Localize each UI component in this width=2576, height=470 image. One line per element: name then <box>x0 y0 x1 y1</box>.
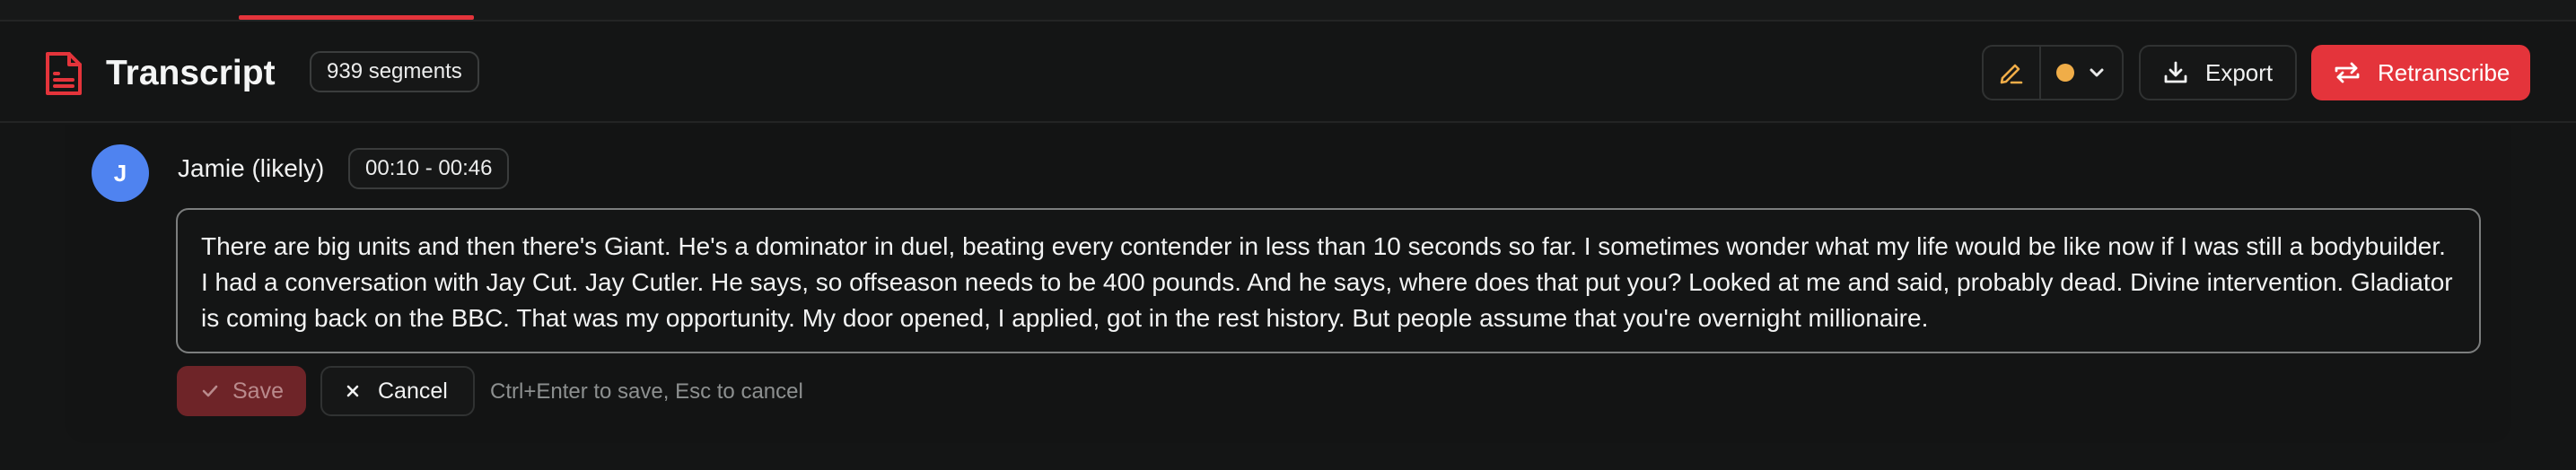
retranscribe-button[interactable]: Retranscribe <box>2311 45 2530 100</box>
top-tab-strip <box>0 0 2576 22</box>
download-icon <box>2162 59 2189 86</box>
speaker-name[interactable]: Jamie (likely) <box>178 153 324 184</box>
keyboard-hint: Ctrl+Enter to save, Esc to cancel <box>490 379 803 404</box>
close-icon <box>344 382 362 400</box>
avatar: J <box>92 144 149 202</box>
pencil-icon <box>1998 59 2025 86</box>
status-dropdown[interactable] <box>2041 63 2122 83</box>
transcript-text-editor[interactable]: There are big units and then there's Gia… <box>176 208 2481 353</box>
retranscribe-label: Retranscribe <box>2378 58 2510 86</box>
save-button[interactable]: Save <box>177 366 306 416</box>
retranscribe-icon <box>2333 59 2361 86</box>
export-button[interactable]: Export <box>2139 45 2297 100</box>
check-icon <box>200 381 220 401</box>
cancel-button[interactable]: Cancel <box>320 366 475 416</box>
active-tab-indicator <box>239 15 474 20</box>
edit-button[interactable] <box>1984 47 2041 99</box>
segment-count-badge: 939 segments <box>310 51 479 92</box>
status-dot <box>2056 64 2074 82</box>
time-range-badge[interactable]: 00:10 - 00:46 <box>348 148 510 189</box>
chevron-down-icon <box>2087 63 2107 83</box>
document-icon <box>43 50 84 97</box>
transcript-header: Transcript 939 segments Export Retranscr… <box>0 23 2576 123</box>
export-label: Export <box>2205 58 2274 86</box>
edit-status-group <box>1982 45 2124 100</box>
cancel-label: Cancel <box>378 378 448 404</box>
page-title: Transcript <box>106 54 276 92</box>
save-label: Save <box>232 378 284 404</box>
